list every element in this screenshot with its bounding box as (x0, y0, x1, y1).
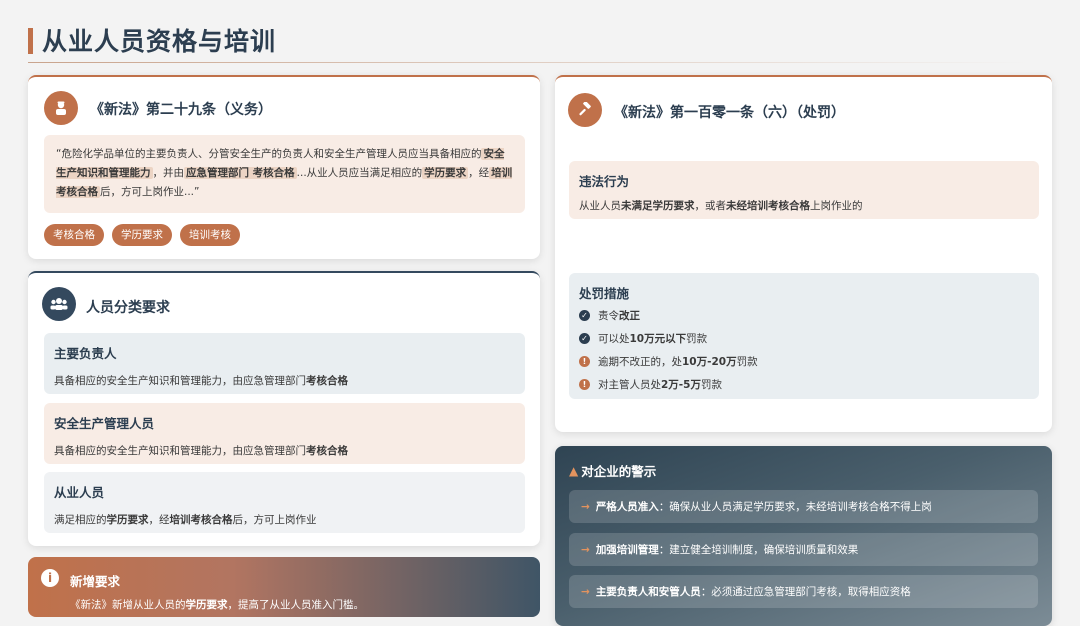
category-title: 安全生产管理人员 (54, 416, 155, 431)
warnings-heading: ▲ 对企业的警示 (569, 463, 657, 480)
arrow-right-icon: → (581, 543, 590, 556)
info-icon: i (41, 569, 59, 587)
tag-training: 培训考核 (180, 224, 240, 246)
penalty-item: ! 对主管人员处 2万-5万 罚款 (579, 373, 1029, 396)
category-title: 主要负责人 (54, 346, 117, 361)
penalties-title: 处罚措施 (579, 286, 630, 301)
arrow-right-icon: → (581, 500, 590, 513)
category-desc: 具备相应的安全生产知识和管理能力，由应急管理部门考核合格 (54, 375, 348, 387)
check-circle-icon: ✓ (579, 333, 590, 344)
worker-icon (44, 91, 78, 125)
categories-card: 人员分类要求 主要负责人 具备相应的安全生产知识和管理能力，由应急管理部门考核合… (28, 271, 540, 546)
violation-section: 违法行为 从业人员未满足学历要求，或者未经培训考核合格上岗作业的 (569, 161, 1039, 219)
penalty-item: ✓ 责令 改正 (579, 304, 1029, 327)
category-desc: 满足相应的学历要求，经培训考核合格后，方可上岗作业 (54, 514, 317, 526)
categories-heading: 人员分类要求 (86, 300, 170, 316)
category-item-principal: 主要负责人 具备相应的安全生产知识和管理能力，由应急管理部门考核合格 (44, 333, 525, 394)
tag-education: 学历要求 (112, 224, 172, 246)
quote-text: ，并由 (152, 167, 185, 179)
arrow-right-icon: → (581, 585, 590, 598)
penalty-item: ✓ 可以处 10万元以下 罚款 (579, 327, 1029, 350)
category-desc: 具备相应的安全生产知识和管理能力，由应急管理部门考核合格 (54, 445, 348, 457)
quote-text: “危险化学品单位的主要负责人、分管安全生产的负责人和安全生产管理人员应当具备相应… (56, 148, 482, 160)
warnings-card: ▲ 对企业的警示 → 严格人员准入 ：确保从业人员满足学历要求，未经培训考核合格不得上… (555, 446, 1052, 626)
penalty-item: ! 逾期不改正的，处 10万-20万 罚款 (579, 350, 1029, 373)
quote-highlight: 学历要求 (422, 167, 469, 179)
article101-card: 《新法》第一百零一条（六）（处罚） 违法行为 从业人员未满足学历要求，或者未经培… (555, 75, 1052, 432)
people-icon (42, 287, 76, 321)
title-accent-bar (28, 28, 33, 54)
quote-text: ...从业人员应当满足相应的 (296, 167, 423, 179)
violation-desc: 从业人员未满足学历要求，或者未经培训考核合格上岗作业的 (579, 200, 863, 212)
penalties-list: ✓ 责令 改正 ✓ 可以处 10万元以下 罚款 ! 逾期不改正的，处 10万-20万 罚款 ! 对… (579, 304, 1029, 396)
gavel-icon (568, 93, 602, 127)
tag-assessment: 考核合格 (44, 224, 104, 246)
warning-item-training: → 加强培训管理 ：建立健全培训制度，确保培训质量和效果 (569, 533, 1038, 566)
check-circle-icon: ✓ (579, 310, 590, 321)
quote-text: ，经 (468, 167, 490, 179)
category-item-safety-manager: 安全生产管理人员 具备相应的安全生产知识和管理能力，由应急管理部门考核合格 (44, 403, 525, 464)
category-item-workers: 从业人员 满足相应的学历要求，经培训考核合格后，方可上岗作业 (44, 472, 525, 533)
page-title: 从业人员资格与培训 (42, 27, 277, 56)
article29-heading: 《新法》第二十九条（义务） (90, 102, 272, 118)
new-requirement-title: 新增要求 (70, 574, 121, 589)
article101-heading: 《新法》第一百零一条（六）（处罚） (614, 105, 845, 121)
title-divider (28, 62, 1028, 63)
quote-highlight: 应急管理部门 考核合格 (184, 167, 297, 179)
category-title: 从业人员 (54, 485, 105, 500)
article29-card: 《新法》第二十九条（义务） “危险化学品单位的主要负责人、分管安全生产的负责人和… (28, 75, 540, 259)
warning-item-principals: → 主要负责人和安管人员 ：必须通过应急管理部门考核，取得相应资格 (569, 575, 1038, 608)
alert-circle-icon: ! (579, 379, 590, 390)
warning-triangle-icon: ▲ (569, 463, 579, 478)
alert-circle-icon: ! (579, 356, 590, 367)
penalties-section: 处罚措施 ✓ 责令 改正 ✓ 可以处 10万元以下 罚款 ! 逾期不改正的，处 10万-20万… (569, 273, 1039, 399)
quote-text: 后，方可上岗作业...” (100, 186, 200, 198)
violation-title: 违法行为 (579, 174, 630, 189)
article29-quote: “危险化学品单位的主要负责人、分管安全生产的负责人和安全生产管理人员应当具备相应… (44, 135, 525, 213)
new-requirement-text: 《新法》新增从业人员的学历要求，提高了从业人员准入门槛。 (70, 599, 364, 611)
warning-item-admission: → 严格人员准入 ：确保从业人员满足学历要求，未经培训考核合格不得上岗 (569, 490, 1038, 523)
new-requirement-box: i 新增要求 《新法》新增从业人员的学历要求，提高了从业人员准入门槛。 (28, 557, 540, 617)
